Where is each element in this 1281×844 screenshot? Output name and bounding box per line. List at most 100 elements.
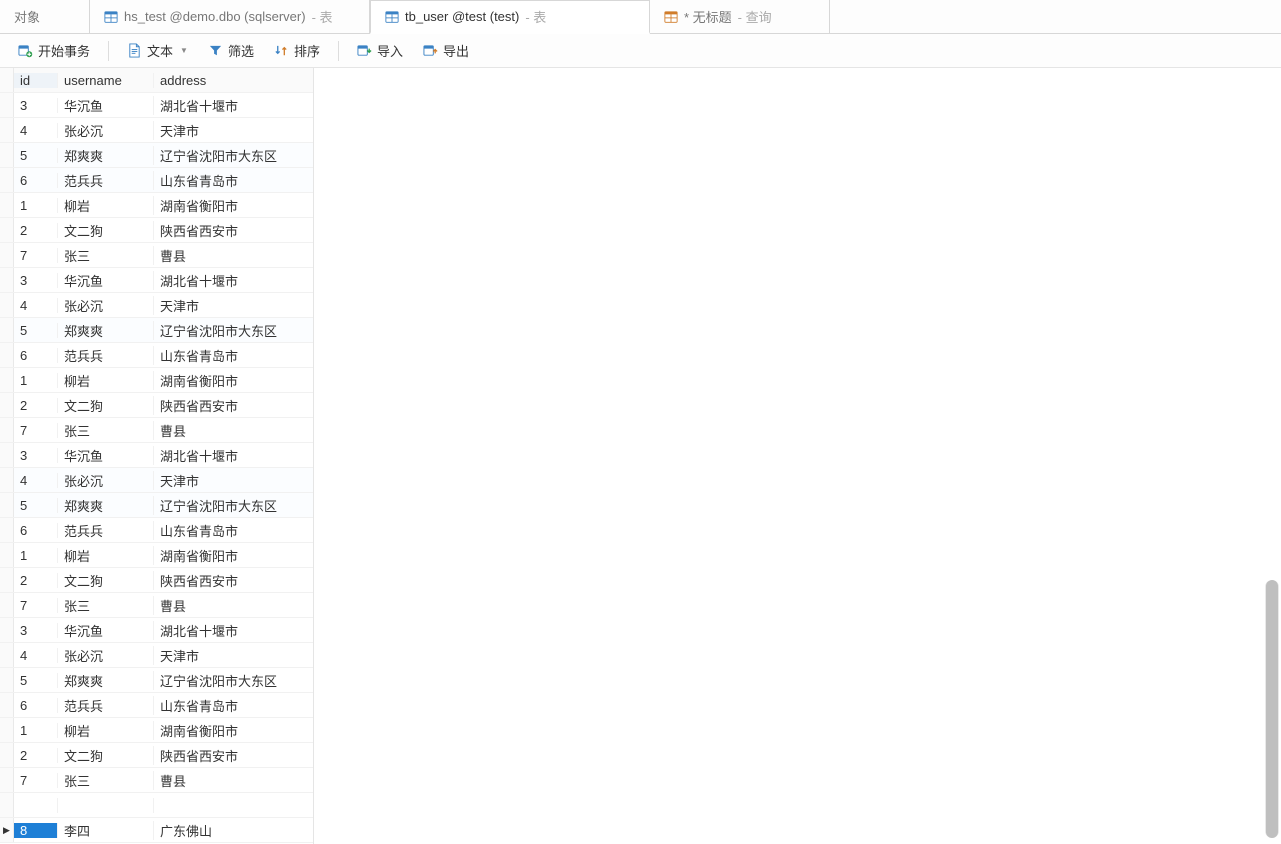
cell-id[interactable]: 7	[14, 248, 58, 263]
cell-username[interactable]: 范兵兵	[58, 346, 154, 365]
table-row[interactable]: 7张三曹县	[0, 418, 313, 443]
cell-username[interactable]: 华沉鱼	[58, 96, 154, 115]
table-row[interactable]: 2文二狗陕西省西安市	[0, 743, 313, 768]
cell-username[interactable]: 张三	[58, 246, 154, 265]
cell-username[interactable]: 华沉鱼	[58, 271, 154, 290]
cell-address[interactable]: 曹县	[154, 246, 313, 265]
sort-button[interactable]: 排序	[266, 37, 328, 64]
cell-username[interactable]: 李四	[58, 821, 154, 840]
cell-id[interactable]	[14, 798, 58, 813]
table-row[interactable]: 4张必沉天津市	[0, 643, 313, 668]
table-row[interactable]: 3华沉鱼湖北省十堰市	[0, 268, 313, 293]
data-grid[interactable]: id username address 3华沉鱼湖北省十堰市4张必沉天津市5郑爽…	[0, 68, 314, 844]
table-row[interactable]: 5郑爽爽辽宁省沈阳市大东区	[0, 143, 313, 168]
cell-id[interactable]: 8	[14, 823, 58, 838]
cell-address[interactable]: 天津市	[154, 646, 313, 665]
cell-username[interactable]: 张必沉	[58, 121, 154, 140]
scrollbar-thumb[interactable]	[1266, 580, 1278, 838]
import-button[interactable]: 导入	[349, 37, 411, 64]
tab-objects[interactable]: 对象	[0, 0, 90, 33]
table-row[interactable]: 2文二狗陕西省西安市	[0, 568, 313, 593]
col-header-username[interactable]: username	[58, 73, 154, 88]
table-row[interactable]: 2文二狗陕西省西安市	[0, 218, 313, 243]
cell-id[interactable]: 6	[14, 523, 58, 538]
cell-username[interactable]: 张三	[58, 421, 154, 440]
cell-address[interactable]	[154, 798, 313, 813]
cell-username[interactable]: 文二狗	[58, 571, 154, 590]
table-row[interactable]: 3华沉鱼湖北省十堰市	[0, 443, 313, 468]
cell-id[interactable]: 1	[14, 373, 58, 388]
cell-id[interactable]: 3	[14, 273, 58, 288]
cell-username[interactable]: 华沉鱼	[58, 621, 154, 640]
cell-id[interactable]: 5	[14, 323, 58, 338]
cell-address[interactable]: 湖北省十堰市	[154, 446, 313, 465]
table-row[interactable]: 7张三曹县	[0, 768, 313, 793]
cell-address[interactable]: 辽宁省沈阳市大东区	[154, 496, 313, 515]
table-row[interactable]: 1柳岩湖南省衡阳市	[0, 193, 313, 218]
cell-id[interactable]: 1	[14, 548, 58, 563]
cell-id[interactable]: 4	[14, 123, 58, 138]
cell-address[interactable]: 湖南省衡阳市	[154, 196, 313, 215]
cell-id[interactable]: 6	[14, 348, 58, 363]
table-row[interactable]: 3华沉鱼湖北省十堰市	[0, 93, 313, 118]
table-row[interactable]: 2文二狗陕西省西安市	[0, 393, 313, 418]
cell-id[interactable]: 3	[14, 98, 58, 113]
table-row[interactable]: 4张必沉天津市	[0, 468, 313, 493]
tab-hs-test[interactable]: hs_test @demo.dbo (sqlserver) - 表	[90, 0, 370, 33]
cell-id[interactable]: 1	[14, 723, 58, 738]
cell-username[interactable]: 张三	[58, 596, 154, 615]
cell-id[interactable]: 1	[14, 198, 58, 213]
table-row-empty[interactable]	[0, 793, 313, 818]
cell-id[interactable]: 7	[14, 423, 58, 438]
cell-address[interactable]: 辽宁省沈阳市大东区	[154, 671, 313, 690]
cell-id[interactable]: 5	[14, 498, 58, 513]
cell-id[interactable]: 3	[14, 623, 58, 638]
table-row[interactable]: 4张必沉天津市	[0, 293, 313, 318]
tab-query-untitled[interactable]: * 无标题 - 查询	[650, 0, 830, 33]
cell-username[interactable]: 柳岩	[58, 546, 154, 565]
table-row[interactable]: 1柳岩湖南省衡阳市	[0, 543, 313, 568]
cell-id[interactable]: 5	[14, 148, 58, 163]
cell-username[interactable]: 文二狗	[58, 396, 154, 415]
cell-username[interactable]: 郑爽爽	[58, 321, 154, 340]
cell-address[interactable]: 天津市	[154, 121, 313, 140]
cell-id[interactable]: 4	[14, 298, 58, 313]
table-row[interactable]: 3华沉鱼湖北省十堰市	[0, 618, 313, 643]
text-button[interactable]: 文本 ▼	[119, 37, 196, 64]
cell-username[interactable]: 范兵兵	[58, 696, 154, 715]
cell-username[interactable]	[58, 798, 154, 813]
table-row[interactable]: 6范兵兵山东省青岛市	[0, 518, 313, 543]
cell-address[interactable]: 湖南省衡阳市	[154, 546, 313, 565]
cell-address[interactable]: 辽宁省沈阳市大东区	[154, 321, 313, 340]
cell-id[interactable]: 6	[14, 698, 58, 713]
cell-username[interactable]: 张必沉	[58, 296, 154, 315]
cell-address[interactable]: 曹县	[154, 421, 313, 440]
vertical-scrollbar[interactable]	[1265, 580, 1279, 838]
cell-address[interactable]: 陕西省西安市	[154, 396, 313, 415]
cell-address[interactable]: 山东省青岛市	[154, 696, 313, 715]
table-row[interactable]: 6范兵兵山东省青岛市	[0, 168, 313, 193]
table-row[interactable]: 1柳岩湖南省衡阳市	[0, 718, 313, 743]
filter-button[interactable]: 筛选	[200, 37, 262, 64]
cell-address[interactable]: 山东省青岛市	[154, 171, 313, 190]
cell-address[interactable]: 曹县	[154, 596, 313, 615]
cell-username[interactable]: 郑爽爽	[58, 146, 154, 165]
table-row[interactable]: 5郑爽爽辽宁省沈阳市大东区	[0, 493, 313, 518]
table-row[interactable]: 4张必沉天津市	[0, 118, 313, 143]
table-row[interactable]: 6范兵兵山东省青岛市	[0, 693, 313, 718]
cell-username[interactable]: 张必沉	[58, 471, 154, 490]
cell-username[interactable]: 郑爽爽	[58, 496, 154, 515]
cell-address[interactable]: 天津市	[154, 471, 313, 490]
col-header-id[interactable]: id	[14, 73, 58, 88]
table-row-current[interactable]: 8李四广东佛山	[0, 818, 313, 843]
cell-username[interactable]: 张三	[58, 771, 154, 790]
cell-address[interactable]: 山东省青岛市	[154, 346, 313, 365]
cell-username[interactable]: 文二狗	[58, 746, 154, 765]
table-row[interactable]: 6范兵兵山东省青岛市	[0, 343, 313, 368]
cell-address[interactable]: 广东佛山	[154, 821, 313, 840]
cell-id[interactable]: 7	[14, 598, 58, 613]
cell-id[interactable]: 6	[14, 173, 58, 188]
cell-username[interactable]: 华沉鱼	[58, 446, 154, 465]
cell-address[interactable]: 陕西省西安市	[154, 571, 313, 590]
cell-address[interactable]: 辽宁省沈阳市大东区	[154, 146, 313, 165]
